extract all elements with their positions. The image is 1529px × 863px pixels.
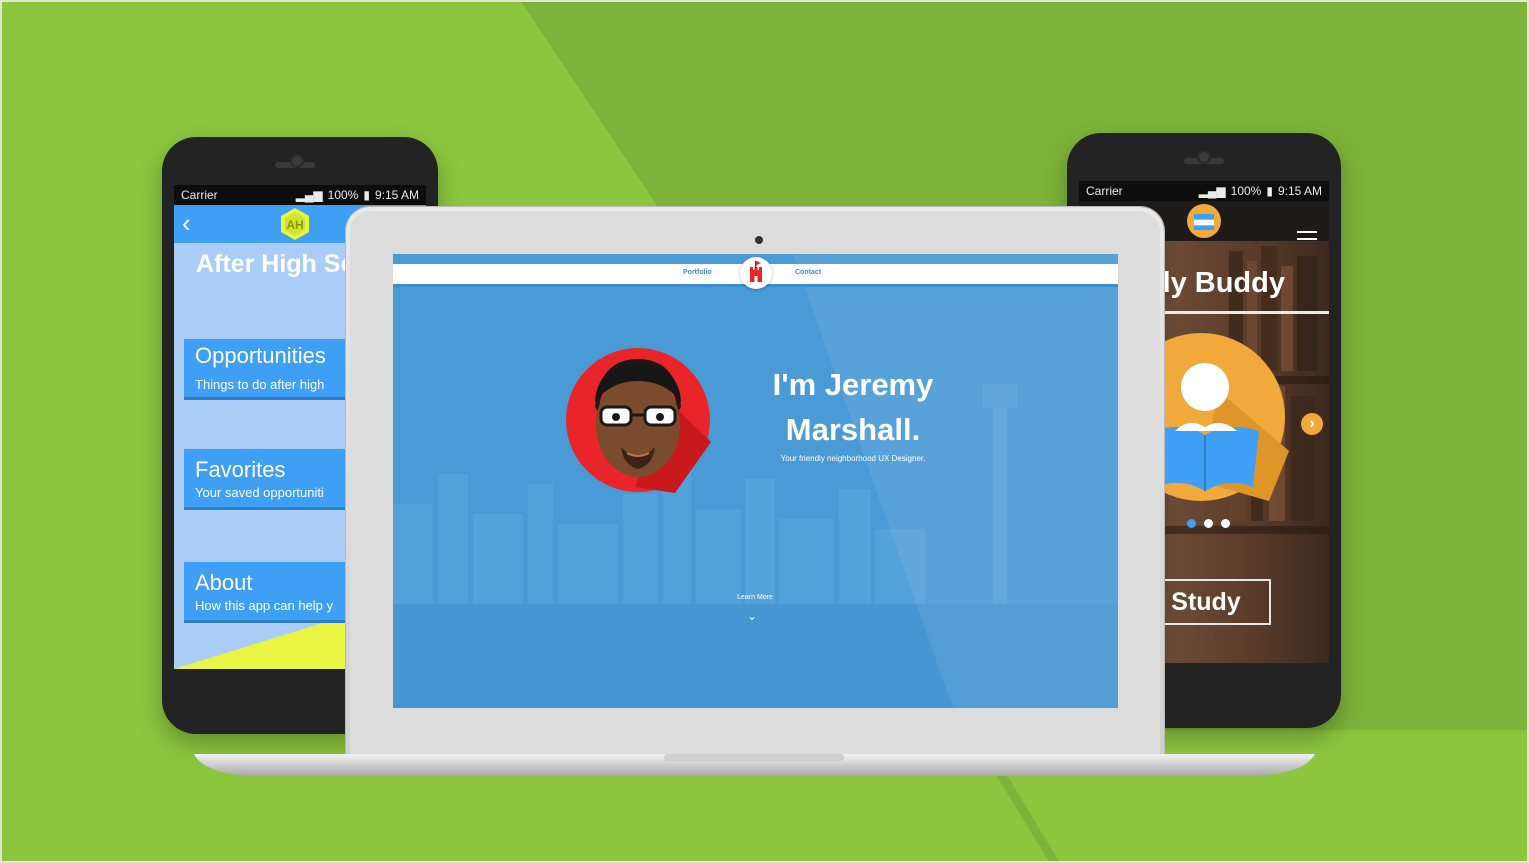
castle-logo-icon[interactable]: [740, 257, 772, 289]
nav-link-contact[interactable]: Contact: [795, 269, 821, 276]
webcam: [755, 236, 763, 244]
battery-percent: 100%: [327, 188, 359, 202]
page-title: After High Sc: [196, 250, 355, 278]
battery-percent: 100%: [1230, 184, 1262, 198]
books-logo-icon: [1187, 204, 1221, 238]
clock: 9:15 AM: [374, 188, 419, 202]
chevron-down-icon[interactable]: ⌄: [747, 609, 757, 623]
svg-text:AH: AH: [286, 218, 303, 232]
avatar-illustration: [566, 348, 711, 493]
carrier-label: Carrier: [181, 188, 218, 202]
list-item-subtitle: How this app can help y: [195, 598, 334, 613]
learn-more-link[interactable]: Learn More: [723, 594, 787, 601]
clock: 9:15 AM: [1277, 184, 1322, 198]
headline-line-2: Marshall.: [785, 412, 921, 447]
carousel-dots: [1187, 519, 1230, 528]
city-skyline-background: [393, 254, 1118, 708]
hero-headline: I'm Jeremy Marshall.: [733, 362, 973, 452]
signal-icon: ▂▄▆: [295, 188, 323, 202]
phone-camera: [290, 154, 304, 168]
carousel-dot[interactable]: [1204, 519, 1213, 528]
chevron-right-icon[interactable]: ›: [1301, 413, 1323, 435]
carrier-label: Carrier: [1086, 184, 1123, 198]
list-item-title: Opportunities: [195, 343, 326, 368]
list-item-subtitle: Your saved opportuniti: [195, 485, 324, 500]
battery-icon: ▮: [363, 188, 370, 202]
portfolio-website: Portfolio Contact I'm Jeremy Marshall. Y…: [393, 254, 1118, 708]
list-item-title: Favorites: [195, 457, 286, 482]
status-bar: Carrier ▂▄▆ 100% ▮ 9:15 AM: [1079, 181, 1329, 201]
list-item-title: About: [195, 570, 253, 595]
list-item-subtitle: Things to do after high: [195, 377, 325, 392]
castle-logo-graphic: [750, 261, 762, 282]
nav-link-portfolio[interactable]: Portfolio: [683, 269, 712, 276]
carousel-dot[interactable]: [1221, 519, 1230, 528]
status-bar: Carrier ▂▄▆ 100% ▮ 9:15 AM: [174, 185, 426, 205]
signal-icon: ▂▄▆: [1198, 184, 1226, 198]
laptop-base: [194, 754, 1315, 776]
carousel-dot[interactable]: [1187, 519, 1196, 528]
after-high-school-logo-icon: AH: [281, 208, 309, 240]
headline-line-1: I'm Jeremy: [772, 367, 934, 402]
hero-tagline: Your friendly neighborhood UX Designer.: [780, 454, 926, 463]
chevron-left-icon[interactable]: ‹: [182, 209, 191, 237]
battery-icon: ▮: [1266, 184, 1273, 198]
phone-camera: [1197, 150, 1211, 164]
